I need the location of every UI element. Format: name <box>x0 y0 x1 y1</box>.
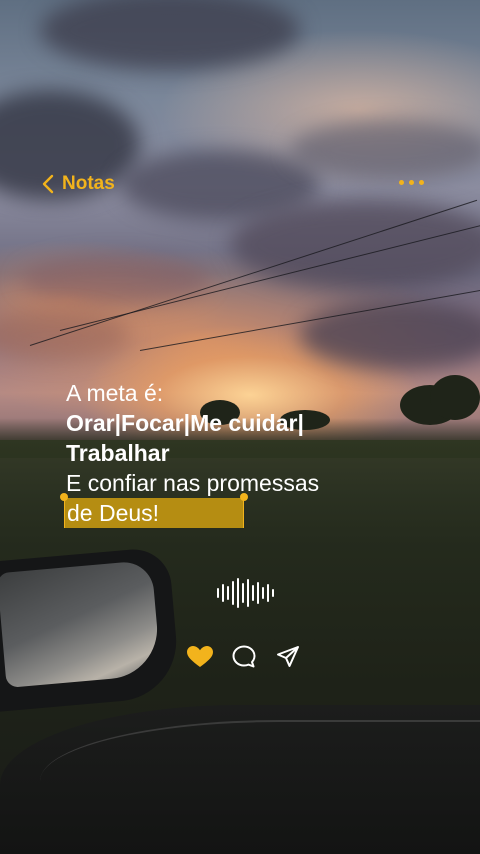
comment-bubble-icon <box>232 645 256 668</box>
send-icon <box>277 646 299 667</box>
waveform-icon[interactable] <box>217 577 274 609</box>
note-line-2: Orar|Focar|Me cuidar| <box>66 410 304 436</box>
back-button[interactable]: Notas <box>42 173 115 195</box>
more-dots-icon <box>399 180 404 185</box>
action-bar <box>186 644 302 670</box>
text-selection[interactable]: de Deus! <box>60 493 249 528</box>
selection-handle-end[interactable] <box>240 493 249 501</box>
note-body[interactable]: A meta é: Orar|Focar|Me cuidar| Trabalha… <box>60 378 320 528</box>
note-line-3: Trabalhar <box>66 440 170 466</box>
note-line-1: A meta é: <box>66 380 164 406</box>
note-line-5-selected: de Deus! <box>67 500 160 526</box>
heart-icon <box>187 646 213 667</box>
comment-button[interactable] <box>230 644 258 670</box>
chevron-left-icon <box>42 174 54 194</box>
share-button[interactable] <box>274 644 302 670</box>
back-label: Notas <box>62 173 115 194</box>
like-button[interactable] <box>186 644 214 670</box>
selection-handle-start[interactable] <box>60 493 68 501</box>
top-bar: Notas <box>0 170 480 202</box>
note-line-4: E confiar nas promessas <box>66 470 320 496</box>
more-options-button[interactable] <box>399 180 424 185</box>
